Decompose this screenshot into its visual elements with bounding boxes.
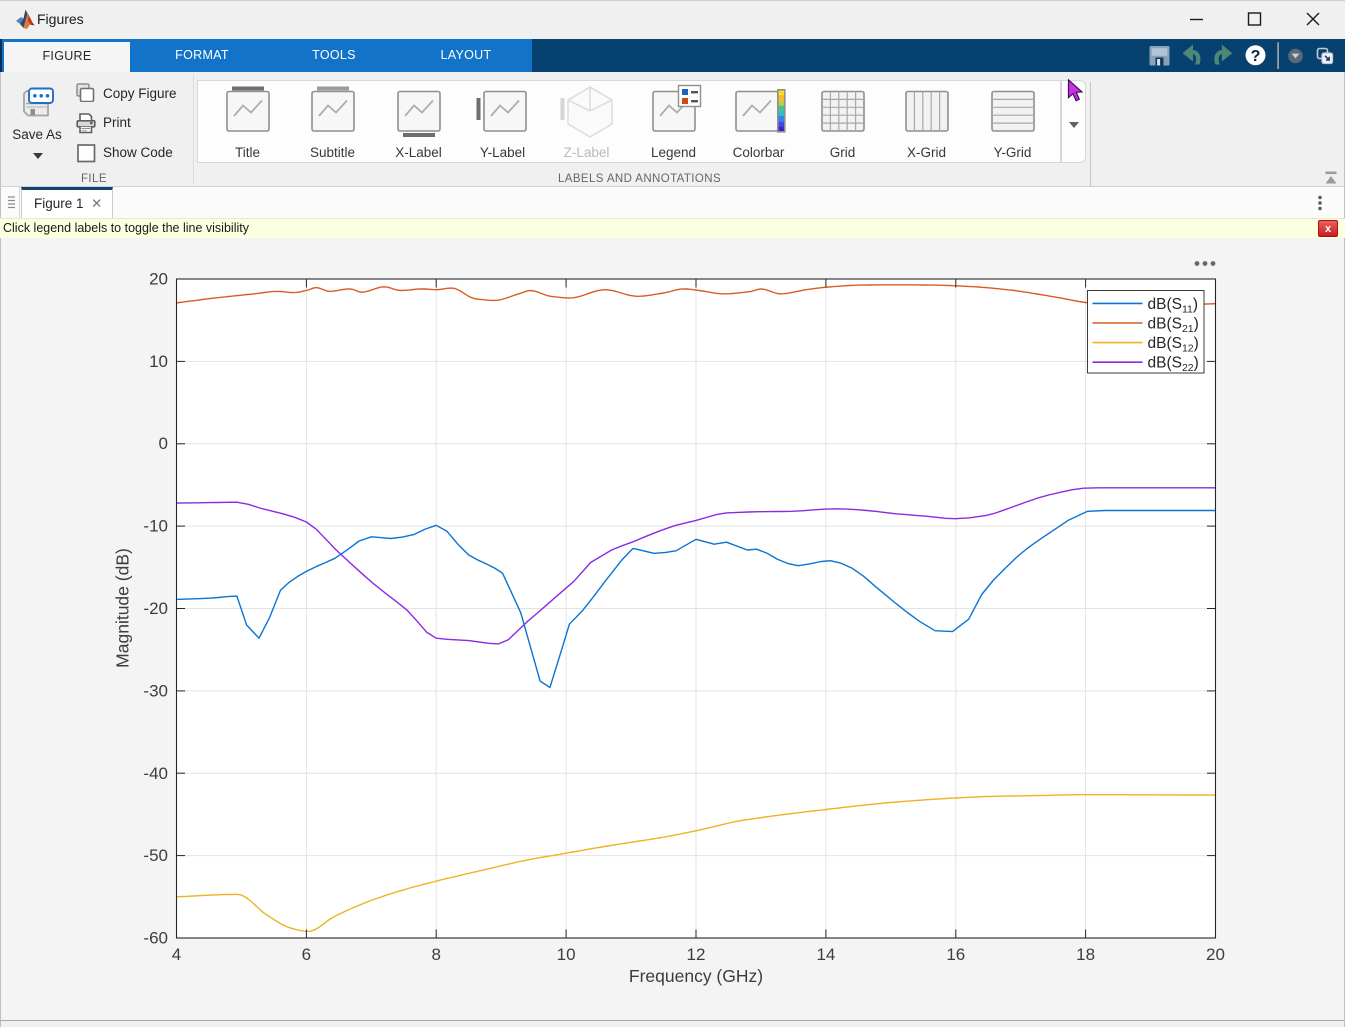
svg-text:10: 10	[149, 352, 168, 371]
svg-text:6: 6	[302, 945, 311, 964]
svg-text:10: 10	[557, 945, 576, 964]
svg-text:20: 20	[1206, 945, 1225, 964]
svg-text:-30: -30	[143, 681, 168, 700]
svg-text:-20: -20	[143, 599, 168, 618]
svg-text:8: 8	[431, 945, 440, 964]
svg-text:-50: -50	[143, 846, 168, 865]
svg-text:Frequency (GHz): Frequency (GHz)	[629, 966, 763, 986]
svg-text:-10: -10	[143, 517, 168, 536]
svg-text:-40: -40	[143, 764, 168, 783]
svg-text:20: 20	[149, 270, 168, 289]
svg-text:0: 0	[159, 434, 168, 453]
svg-text:18: 18	[1076, 945, 1095, 964]
svg-text:12: 12	[687, 945, 706, 964]
svg-text:14: 14	[816, 945, 835, 964]
svg-text:16: 16	[946, 945, 965, 964]
svg-text:-60: -60	[143, 929, 168, 948]
svg-text:Magnitude (dB): Magnitude (dB)	[113, 548, 133, 668]
svg-text:?: ?	[1251, 48, 1261, 65]
svg-text:4: 4	[172, 945, 181, 964]
